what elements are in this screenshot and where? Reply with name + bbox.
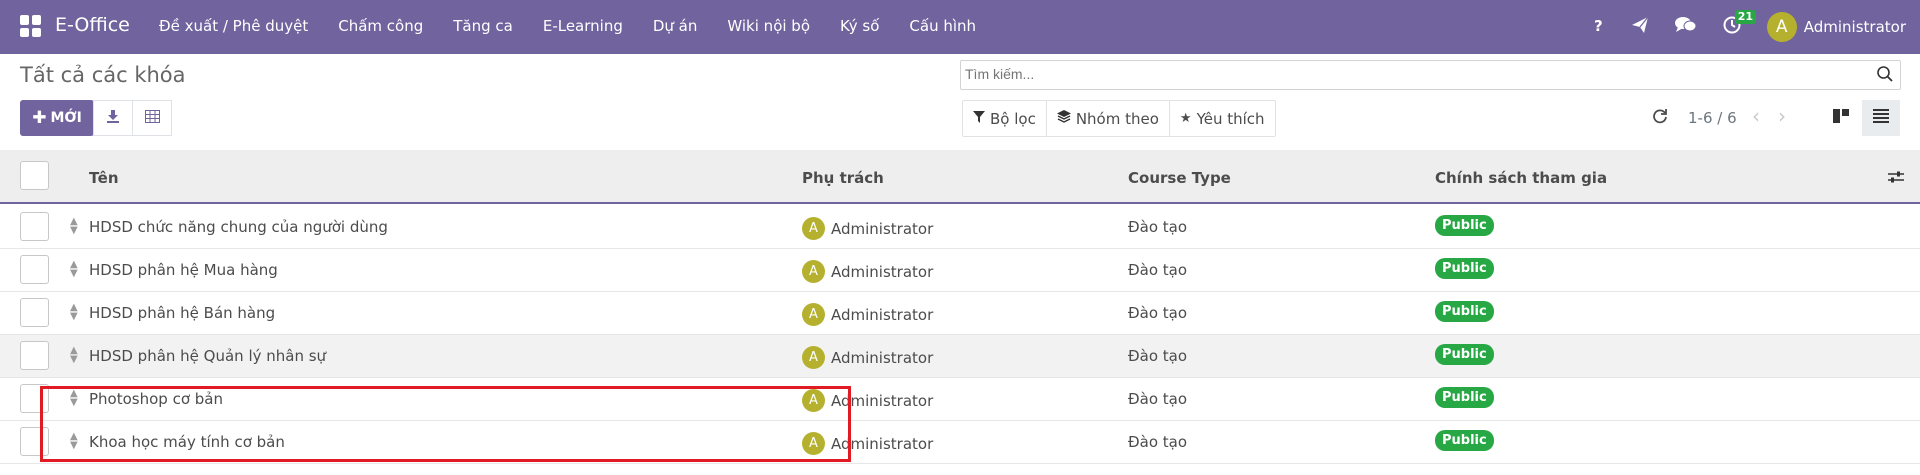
table-row[interactable]: ▲ ▼ HDSD phân hệ Quản lý nhân sự A Adminis… xyxy=(0,335,1920,378)
avatar: A xyxy=(802,260,825,283)
paper-plane-icon[interactable] xyxy=(1631,16,1649,39)
kanban-icon xyxy=(1833,109,1849,127)
group-by-button[interactable]: Nhóm theo xyxy=(1047,101,1170,136)
row-checkbox[interactable] xyxy=(20,298,49,327)
column-header-responsible[interactable]: Phụ trách xyxy=(802,169,884,187)
group-by-label: Nhóm theo xyxy=(1075,109,1159,128)
course-name: HDSD phân hệ Quản lý nhân sự xyxy=(89,347,327,365)
spreadsheet-button[interactable] xyxy=(132,100,172,136)
course-type: Đào tạo xyxy=(1128,261,1188,279)
column-header-course-type[interactable]: Course Type xyxy=(1128,169,1231,187)
table-row[interactable]: ▲ ▼ HDSD chức năng chung của người dùng A… xyxy=(0,206,1920,249)
course-type: Đào tạo xyxy=(1128,433,1188,451)
table-row[interactable]: ▲ ▼ HDSD phân hệ Mua hàng A Administrator … xyxy=(0,249,1920,292)
svg-text:?: ? xyxy=(1594,17,1603,33)
pager-value[interactable]: 1-6 / 6 xyxy=(1688,109,1737,127)
course-type: Đào tạo xyxy=(1128,304,1188,322)
responsible-cell: A Administrator xyxy=(802,260,933,283)
main-menu: Đề xuất / Phê duyệt Chấm công Tăng ca E-… xyxy=(159,17,1006,35)
drag-handle-icon[interactable]: ▲ ▼ xyxy=(70,260,78,279)
policy-badge: Public xyxy=(1435,387,1494,408)
activity-count-badge: 21 xyxy=(1734,9,1757,24)
menu-item-attendance[interactable]: Chấm công xyxy=(338,17,423,35)
select-all-checkbox[interactable] xyxy=(20,161,49,190)
help-icon[interactable]: ? xyxy=(1593,17,1605,38)
new-button[interactable]: ✚ MỚI xyxy=(20,100,94,136)
menu-item-elearning[interactable]: E-Learning xyxy=(543,17,623,35)
menu-item-projects[interactable]: Dự án xyxy=(653,17,698,35)
clock-icon[interactable]: 21 xyxy=(1723,9,1757,39)
star-icon: ★ xyxy=(1179,111,1192,126)
course-type: Đào tạo xyxy=(1128,390,1188,408)
list-action-buttons xyxy=(93,100,172,136)
optional-columns-icon[interactable] xyxy=(1888,170,1904,188)
policy-badge: Public xyxy=(1435,215,1494,236)
policy-badge: Public xyxy=(1435,344,1494,365)
drag-handle-icon[interactable]: ▲ ▼ xyxy=(70,346,78,365)
responsible-cell: A Administrator xyxy=(802,346,933,369)
table-header: Tên Phụ trách Course Type Chính sách tha… xyxy=(0,150,1920,204)
search-bar xyxy=(960,60,1901,90)
menu-item-overtime[interactable]: Tăng ca xyxy=(453,17,513,35)
user-avatar[interactable]: A xyxy=(1766,12,1797,42)
course-name: HDSD phân hệ Bán hàng xyxy=(89,304,276,322)
plus-icon: ✚ xyxy=(32,108,47,128)
policy-badge: Public xyxy=(1435,301,1494,322)
search-input[interactable] xyxy=(965,66,1845,82)
navbar-systray: ? 21 A Administrator xyxy=(1567,9,1906,44)
layers-icon xyxy=(1056,110,1071,127)
responsible-cell: A Administrator xyxy=(802,303,933,326)
chevron-right-icon[interactable]: › xyxy=(1778,104,1786,128)
avatar: A xyxy=(802,217,825,240)
top-navbar: E-Office Đề xuất / Phê duyệt Chấm công T… xyxy=(0,0,1920,54)
app-grid-icon[interactable] xyxy=(20,15,42,37)
course-name: HDSD phân hệ Mua hàng xyxy=(89,261,278,279)
export-button[interactable] xyxy=(93,100,133,136)
favorites-button[interactable]: ★ Yêu thích xyxy=(1170,101,1275,136)
course-name: HDSD chức năng chung của người dùng xyxy=(89,218,388,236)
column-header-enroll-policy[interactable]: Chính sách tham gia xyxy=(1435,169,1607,187)
course-type: Đào tạo xyxy=(1128,347,1188,365)
user-menu[interactable]: Administrator xyxy=(1804,18,1906,36)
row-checkbox[interactable] xyxy=(20,341,49,370)
responsible-name: Administrator xyxy=(831,262,934,281)
drag-handle-icon[interactable]: ▲ ▼ xyxy=(70,303,78,322)
filter-label: Bộ lọc xyxy=(990,109,1036,128)
menu-item-proposal[interactable]: Đề xuất / Phê duyệt xyxy=(159,17,308,35)
annotation-highlight-box xyxy=(40,386,851,462)
responsible-name: Administrator xyxy=(831,305,934,324)
responsible-name: Administrator xyxy=(831,219,934,238)
menu-item-signature[interactable]: Ký số xyxy=(840,17,879,35)
column-header-name[interactable]: Tên xyxy=(89,169,119,187)
favorites-label: Yêu thích xyxy=(1196,109,1265,128)
refresh-icon[interactable] xyxy=(1652,108,1668,128)
responsible-cell: A Administrator xyxy=(802,217,933,240)
table-row[interactable]: ▲ ▼ HDSD phân hệ Bán hàng A Administrator … xyxy=(0,292,1920,335)
list-icon xyxy=(1873,109,1889,127)
search-icon[interactable] xyxy=(1876,65,1894,87)
search-options: Bộ lọc Nhóm theo ★ Yêu thích xyxy=(962,100,1276,137)
list-view-button[interactable] xyxy=(1862,100,1900,136)
filter-button[interactable]: Bộ lọc xyxy=(963,101,1047,136)
responsible-name: Administrator xyxy=(831,348,934,367)
download-icon xyxy=(106,109,120,127)
drag-handle-icon[interactable]: ▲ ▼ xyxy=(70,217,78,236)
avatar: A xyxy=(802,303,825,326)
funnel-icon xyxy=(973,110,985,127)
chevron-left-icon[interactable]: ‹ xyxy=(1752,104,1760,128)
avatar: A xyxy=(802,346,825,369)
course-type: Đào tạo xyxy=(1128,218,1188,236)
policy-badge: Public xyxy=(1435,430,1494,451)
page-title: Tất cả các khóa xyxy=(20,63,186,87)
kanban-view-button[interactable] xyxy=(1822,100,1860,136)
chat-icon[interactable] xyxy=(1674,16,1697,39)
brand-name[interactable]: E-Office xyxy=(55,14,130,36)
table-icon xyxy=(144,109,160,127)
policy-badge: Public xyxy=(1435,258,1494,279)
row-checkbox[interactable] xyxy=(20,255,49,284)
row-checkbox[interactable] xyxy=(20,212,49,241)
menu-item-wiki[interactable]: Wiki nội bộ xyxy=(727,17,810,35)
new-button-label: MỚI xyxy=(50,110,82,126)
menu-item-config[interactable]: Cấu hình xyxy=(909,17,976,35)
